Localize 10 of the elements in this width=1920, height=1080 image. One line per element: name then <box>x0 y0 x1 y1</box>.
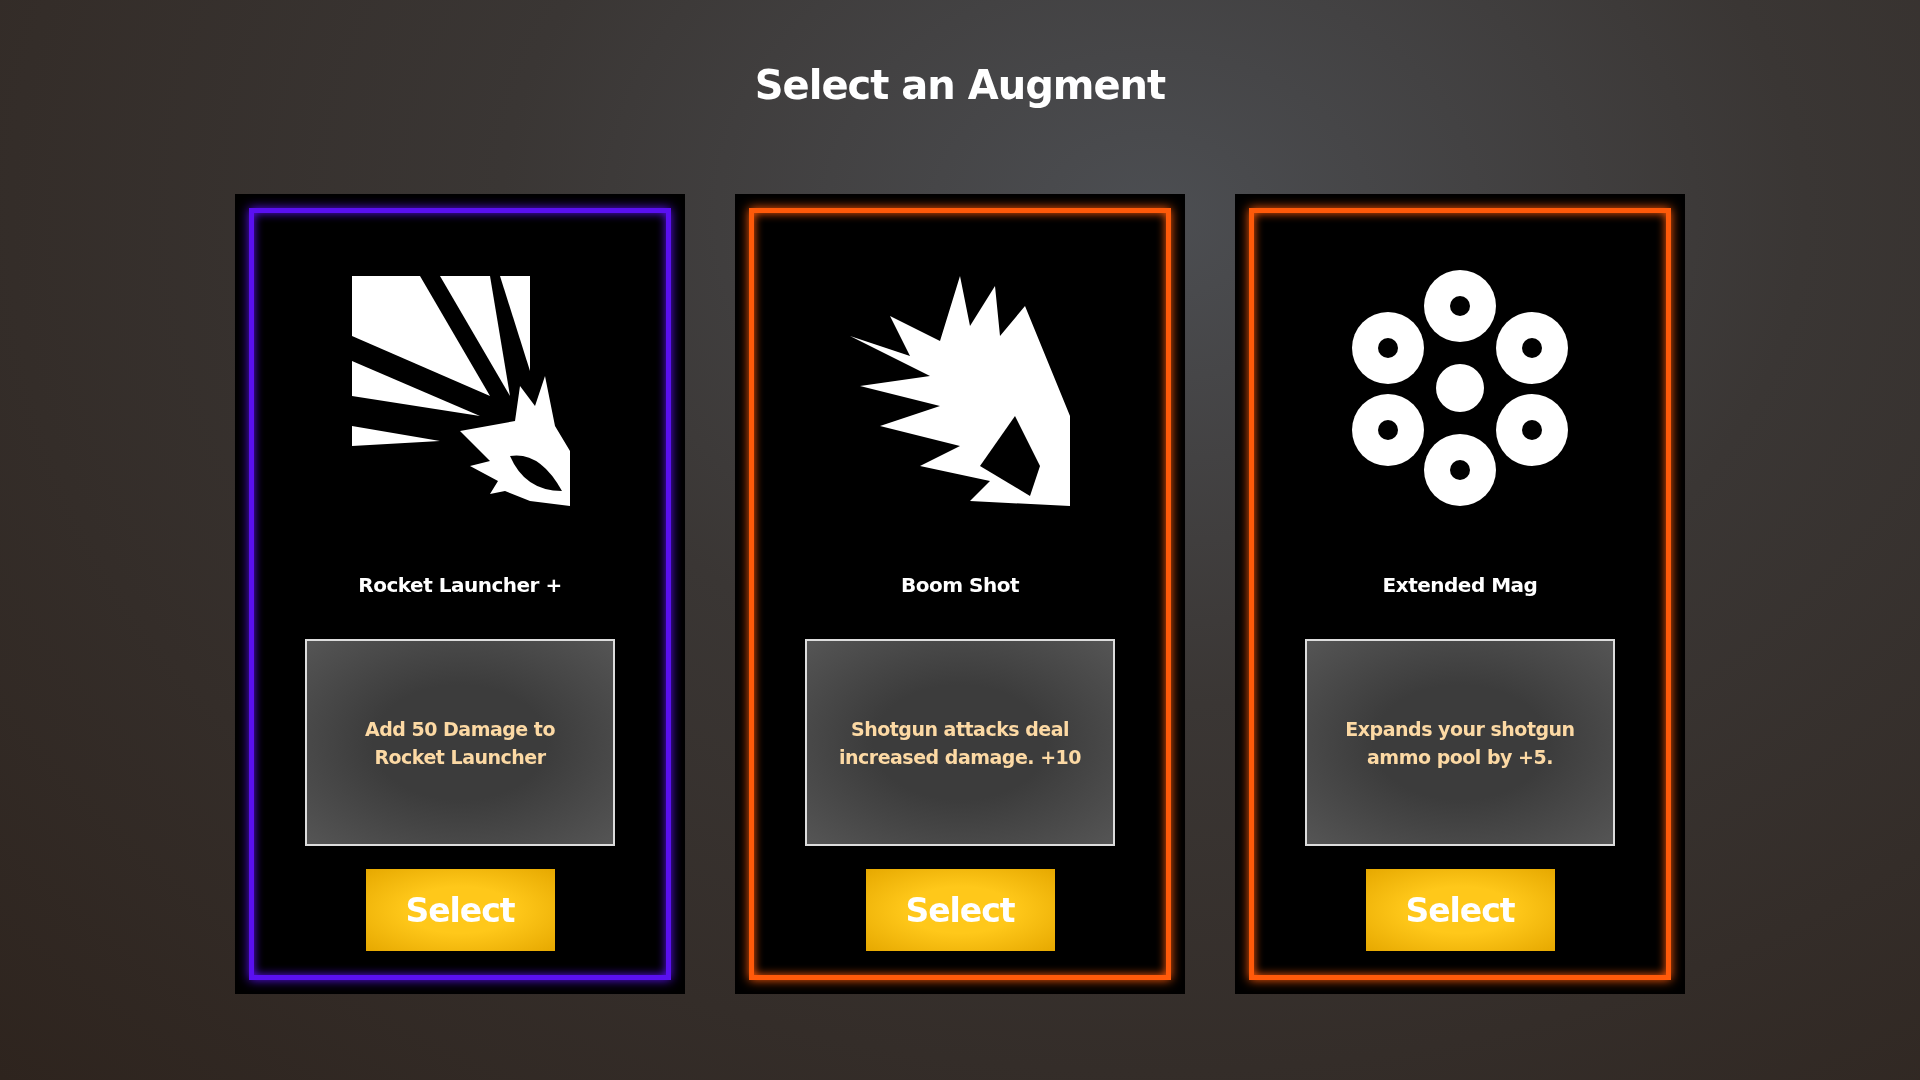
augment-name: Extended Mag <box>1382 573 1538 597</box>
augment-name: Rocket Launcher + <box>358 573 562 597</box>
augment-description: Expands your shotgun ammo pool by +5. <box>1344 716 1576 770</box>
select-button[interactable]: Select <box>365 869 555 951</box>
screen-title: Select an Augment <box>754 62 1166 110</box>
select-button[interactable]: Select <box>1365 869 1555 951</box>
augment-name: Boom Shot <box>901 573 1019 597</box>
augment-description: Shotgun attacks deal increased damage. +10 <box>838 716 1082 770</box>
augment-description: Add 50 Damage to Rocket Launcher <box>364 716 556 770</box>
select-button[interactable]: Select <box>865 869 1055 951</box>
